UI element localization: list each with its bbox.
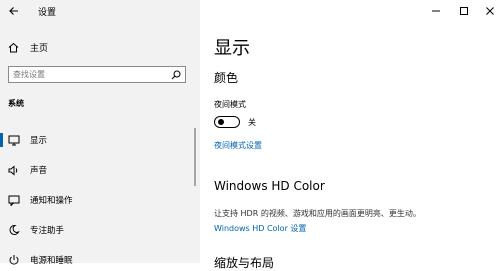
sidebar-item-focus-assist[interactable]: 专注助手 <box>0 219 200 241</box>
back-button[interactable] <box>2 0 26 22</box>
night-mode-toggle[interactable] <box>214 116 240 128</box>
sidebar-item-sound[interactable]: 声音 <box>0 159 200 181</box>
night-mode-settings-link[interactable]: 夜间模式设置 <box>214 140 262 151</box>
home-nav-item[interactable]: 主页 <box>0 36 200 58</box>
toggle-state-text: 关 <box>248 118 256 127</box>
sidebar-scrollbar[interactable] <box>194 128 196 186</box>
main-content: 显示 颜色 夜间模式 关 夜间模式设置 Windows HD Color 让支持… <box>200 0 503 270</box>
hd-color-settings-link[interactable]: Windows HD Color 设置 <box>214 223 306 234</box>
sidebar-item-label: 声音 <box>30 166 48 176</box>
sidebar-item-label: 通知和操作 <box>30 196 73 206</box>
power-icon <box>8 254 20 266</box>
home-label: 主页 <box>30 43 49 54</box>
sidebar-item-power[interactable]: 电源和睡眠 <box>0 249 200 271</box>
speaker-icon <box>8 164 20 176</box>
search-input[interactable] <box>13 68 163 81</box>
window-title: 设置 <box>38 8 57 18</box>
hd-color-description: 让支持 HDR 的视频、游戏和应用的画面更明亮、更生动。 <box>214 209 421 218</box>
home-icon <box>8 41 20 53</box>
page-title: 显示 <box>214 38 250 59</box>
monitor-icon <box>8 134 20 146</box>
minimize-icon <box>432 10 440 12</box>
maximize-icon <box>460 7 468 15</box>
color-section-heading: 颜色 <box>214 71 239 85</box>
sidebar-item-display[interactable]: 显示 <box>0 129 200 151</box>
close-icon <box>486 7 494 15</box>
close-button[interactable] <box>474 0 503 22</box>
sidebar-section-header: 系统 <box>8 99 24 108</box>
moon-icon <box>8 224 20 236</box>
back-arrow-icon <box>9 7 18 15</box>
toggle-knob <box>218 119 224 125</box>
sidebar-item-notifications[interactable]: 通知和操作 <box>0 189 200 211</box>
sidebar: 设置 主页 系统 显示 声音 <box>0 0 200 266</box>
sidebar-item-label: 专注助手 <box>30 226 65 236</box>
hd-color-section-heading: Windows HD Color <box>214 179 325 193</box>
notification-icon <box>8 194 20 206</box>
night-mode-label: 夜间模式 <box>214 100 246 109</box>
search-icon[interactable] <box>171 70 181 80</box>
search-box[interactable] <box>8 66 186 83</box>
sidebar-item-label: 电源和睡眠 <box>30 256 73 266</box>
sidebar-item-label: 显示 <box>30 136 48 146</box>
